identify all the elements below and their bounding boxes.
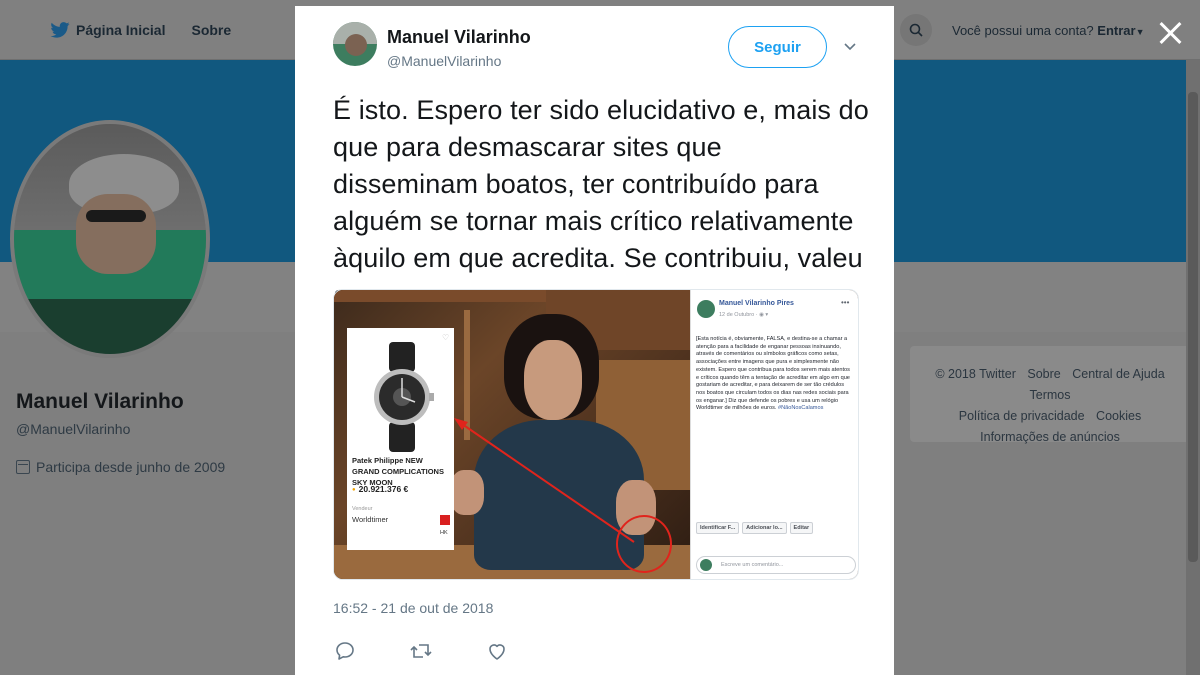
footer-privacy[interactable]: Política de privacidade — [959, 409, 1085, 423]
fb-date: 12 de Outubro · ◉ ▾ — [719, 312, 769, 318]
tweet-actions — [333, 639, 509, 663]
fb-edit-button: Editar — [789, 522, 814, 534]
globe-icon: ◉ ▾ — [759, 312, 769, 318]
chevron-down-icon[interactable] — [842, 39, 858, 55]
nav-about[interactable]: Sobre — [191, 22, 231, 38]
chevron-down-icon: ▼ — [1135, 26, 1145, 37]
profile-avatar[interactable] — [10, 120, 210, 358]
more-icon: ••• — [841, 298, 850, 307]
photo-woman: ♡ Patek Philippe NEW GRAND COMPLICATIONS… — [334, 290, 690, 579]
author-name[interactable]: Manuel Vilarinho — [387, 27, 531, 48]
watch-seller: Worldtimer — [352, 515, 389, 524]
tweet-media[interactable]: ♡ Patek Philippe NEW GRAND COMPLICATIONS… — [333, 289, 859, 580]
footer-cookies[interactable]: Cookies — [1096, 409, 1141, 423]
watch-product-card: ♡ Patek Philippe NEW GRAND COMPLICATIONS… — [347, 328, 454, 550]
watch-image — [374, 342, 434, 452]
fb-tag-button: Identificar F... — [696, 522, 740, 534]
tweet-text: É isto. Espero ter sido elucidativo e, m… — [333, 95, 869, 310]
fb-author-name: Manuel Vilarinho Pires — [719, 300, 794, 307]
fb-post-text: [Esta notícia é, obviamente, FALSA, e de… — [696, 336, 850, 412]
fb-hashtag: #NãoNosCalamos — [777, 405, 824, 412]
footer-about[interactable]: Sobre — [1027, 367, 1060, 381]
author-avatar[interactable] — [333, 22, 377, 66]
watch-seller-label: Vendeur — [352, 506, 373, 512]
scrollbar-thumb[interactable] — [1188, 92, 1198, 562]
watch-price: 20.921.376 € — [352, 484, 409, 494]
footer-links: © 2018 Twitter Sobre Central de Ajuda Te… — [910, 346, 1190, 444]
fb-actions: Identificar F... Adicionar lo... Editar — [696, 522, 856, 534]
tweet-timestamp[interactable]: 16:52 - 21 de out de 2018 — [333, 600, 493, 616]
login-link[interactable]: Entrar — [1097, 23, 1135, 38]
fb-avatar — [697, 300, 715, 318]
author-handle[interactable]: @ManuelVilarinho — [387, 53, 501, 69]
profile-joined-text: Participa desde junho de 2009 — [36, 459, 226, 475]
hk-flag-icon — [440, 515, 450, 525]
heart-icon: ♡ — [442, 333, 450, 342]
login-area: Você possui uma conta? Entrar▼ — [952, 23, 1145, 38]
profile-name[interactable]: Manuel Vilarinho — [16, 390, 184, 414]
retweet-icon[interactable] — [409, 639, 433, 663]
calendar-icon — [16, 460, 30, 474]
like-icon[interactable] — [485, 639, 509, 663]
close-icon[interactable] — [1155, 18, 1185, 48]
tweet-modal: Manuel Vilarinho @ManuelVilarinho Seguir… — [295, 6, 894, 675]
fb-comment-box: Escreve um comentário... — [696, 556, 856, 574]
search-button[interactable] — [900, 14, 932, 46]
reply-icon[interactable] — [333, 639, 357, 663]
profile-joined: Participa desde junho de 2009 — [16, 459, 225, 475]
nav-home[interactable]: Página Inicial — [50, 22, 165, 38]
footer-copyright: © 2018 Twitter — [935, 367, 1016, 381]
account-prompt: Você possui uma conta? — [952, 22, 1094, 38]
facebook-post-screenshot: Manuel Vilarinho Pires 12 de Outubro · ◉… — [690, 290, 858, 579]
footer-help[interactable]: Central de Ajuda — [1072, 367, 1164, 381]
top-nav: Página Inicial Sobre — [50, 22, 231, 38]
footer-terms[interactable]: Termos — [1030, 388, 1071, 402]
twitter-bird-icon — [50, 22, 70, 38]
footer-ads[interactable]: Informações de anúncios — [980, 430, 1120, 444]
nav-home-label: Página Inicial — [76, 22, 166, 38]
follow-button[interactable]: Seguir — [728, 26, 827, 68]
fb-location-button: Adicionar lo... — [742, 522, 787, 534]
search-icon — [909, 23, 923, 37]
profile-handle[interactable]: @ManuelVilarinho — [16, 421, 130, 437]
watch-region: HK — [440, 530, 448, 536]
top-right-area: Você possui uma conta? Entrar▼ — [900, 14, 1145, 46]
